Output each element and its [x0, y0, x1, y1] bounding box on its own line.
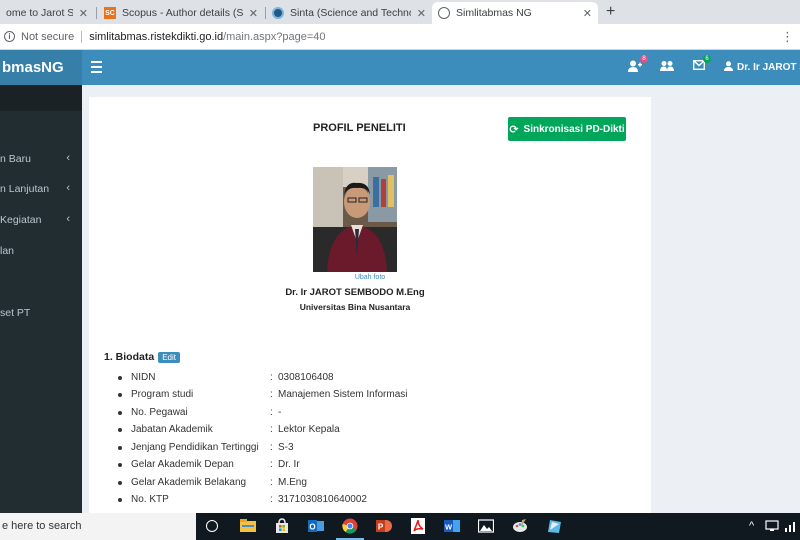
store-icon[interactable]	[274, 518, 290, 534]
sidebar-item-lan[interactable]: lan	[0, 245, 82, 257]
close-icon[interactable]: ✕	[583, 7, 592, 20]
outlook-icon[interactable]: O	[308, 518, 324, 534]
paint-icon[interactable]	[512, 518, 528, 534]
message-badge: 6	[703, 55, 711, 63]
tab-title: Sinta (Science and Technology In	[290, 7, 411, 19]
profile-photo	[313, 167, 397, 272]
svg-text:O: O	[309, 523, 315, 532]
sinta-favicon-icon	[272, 7, 284, 19]
profile-panel: PROFIL PENELITI ⟳ Sinkronisasi PD-Dikti	[89, 85, 651, 513]
refresh-icon: ⟳	[509, 123, 519, 136]
word-icon[interactable]: W	[444, 518, 460, 534]
chevron-left-icon: ‹	[66, 213, 70, 225]
taskbar-search-input[interactable]: e here to search	[0, 513, 196, 540]
users-icon[interactable]	[660, 60, 674, 75]
svg-text:W: W	[445, 523, 453, 532]
user-icon	[724, 61, 733, 74]
browser-tab-strip: ome to Jarot Suroso ✕ SC Scopus - Author…	[0, 0, 800, 24]
acrobat-reader-icon[interactable]	[410, 518, 426, 534]
envelope-icon[interactable]: 6	[692, 55, 711, 73]
url-text[interactable]: simlitabmas.ristekdikti.go.id/main.aspx?…	[89, 31, 325, 43]
tab-sinta[interactable]: Sinta (Science and Technology In ✕	[266, 2, 432, 24]
change-photo-link[interactable]: Ubah foto	[89, 274, 651, 281]
chevron-left-icon: ‹	[66, 182, 70, 194]
sidebar: n Baru ‹ n Lanjutan ‹ Kegiatan ‹ lan set…	[0, 85, 82, 513]
security-status[interactable]: Not secure	[21, 31, 74, 43]
display-icon[interactable]	[765, 519, 779, 533]
task-view-icon[interactable]	[206, 520, 218, 532]
edit-biodata-button[interactable]: Edit	[158, 351, 180, 363]
powerpoint-icon[interactable]: P	[376, 518, 392, 534]
sidebar-item-usulan-lanjutan[interactable]: n Lanjutan ‹	[0, 182, 82, 195]
app-logo[interactable]: bmasNG	[0, 50, 82, 85]
tab-title: ome to Jarot Suroso	[6, 7, 73, 19]
app-header: bmasNG 8 6 Dr. Ir JAROT SE	[0, 50, 800, 85]
researcher-name: Dr. Ir JAROT SEMBODO M.Eng	[285, 287, 425, 298]
tab-title: Scopus - Author details (Suroso,	[122, 7, 243, 19]
sidebar-top	[0, 85, 82, 111]
hamburger-menu-icon[interactable]	[91, 61, 102, 76]
user-add-notification-icon[interactable]: 8	[628, 55, 648, 75]
file-explorer-icon[interactable]	[240, 518, 256, 534]
info-icon[interactable]: i	[4, 31, 15, 42]
snipping-tool-icon[interactable]	[546, 518, 562, 534]
sync-pd-dikti-button[interactable]: ⟳ Sinkronisasi PD-Dikti	[508, 117, 626, 141]
sidebar-item-aset-pt[interactable]: set PT	[0, 307, 82, 319]
scopus-favicon-icon: SC	[104, 7, 116, 19]
biodata-heading: 1. Biodata Edit	[104, 351, 180, 363]
chrome-icon[interactable]	[342, 518, 358, 534]
address-bar[interactable]: i Not secure simlitabmas.ristekdikti.go.…	[0, 24, 800, 50]
tab-jarot-suroso[interactable]: ome to Jarot Suroso ✕	[0, 2, 94, 24]
close-icon[interactable]: ✕	[79, 7, 88, 20]
sidebar-item-kegiatan[interactable]: Kegiatan ‹	[0, 213, 82, 226]
tab-scopus[interactable]: SC Scopus - Author details (Suroso, ✕	[98, 2, 264, 24]
close-icon[interactable]: ✕	[417, 7, 426, 20]
browser-menu-icon[interactable]: ⋮	[781, 29, 794, 45]
tab-simlitabmas[interactable]: Simlitabmas NG ✕	[432, 2, 598, 24]
main-content: PROFIL PENELITI ⟳ Sinkronisasi PD-Dikti	[82, 85, 800, 513]
globe-favicon-icon	[438, 7, 450, 19]
notification-badge: 8	[640, 55, 648, 63]
photos-icon[interactable]	[478, 518, 494, 534]
network-icon[interactable]	[784, 519, 798, 533]
tab-title: Simlitabmas NG	[456, 7, 532, 19]
sidebar-item-usulan-baru[interactable]: n Baru ‹	[0, 152, 82, 165]
svg-text:P: P	[378, 523, 384, 532]
user-menu[interactable]: Dr. Ir JAROT SE	[737, 62, 800, 73]
chevron-up-icon[interactable]: ^	[749, 520, 754, 532]
chevron-left-icon: ‹	[66, 152, 70, 164]
page-title: PROFIL PENELITI	[313, 122, 406, 134]
windows-taskbar: e here to search O P W ^	[0, 513, 800, 540]
new-tab-button[interactable]: +	[606, 3, 615, 21]
close-icon[interactable]: ✕	[249, 7, 258, 20]
researcher-university: Universitas Bina Nusantara	[299, 302, 411, 312]
